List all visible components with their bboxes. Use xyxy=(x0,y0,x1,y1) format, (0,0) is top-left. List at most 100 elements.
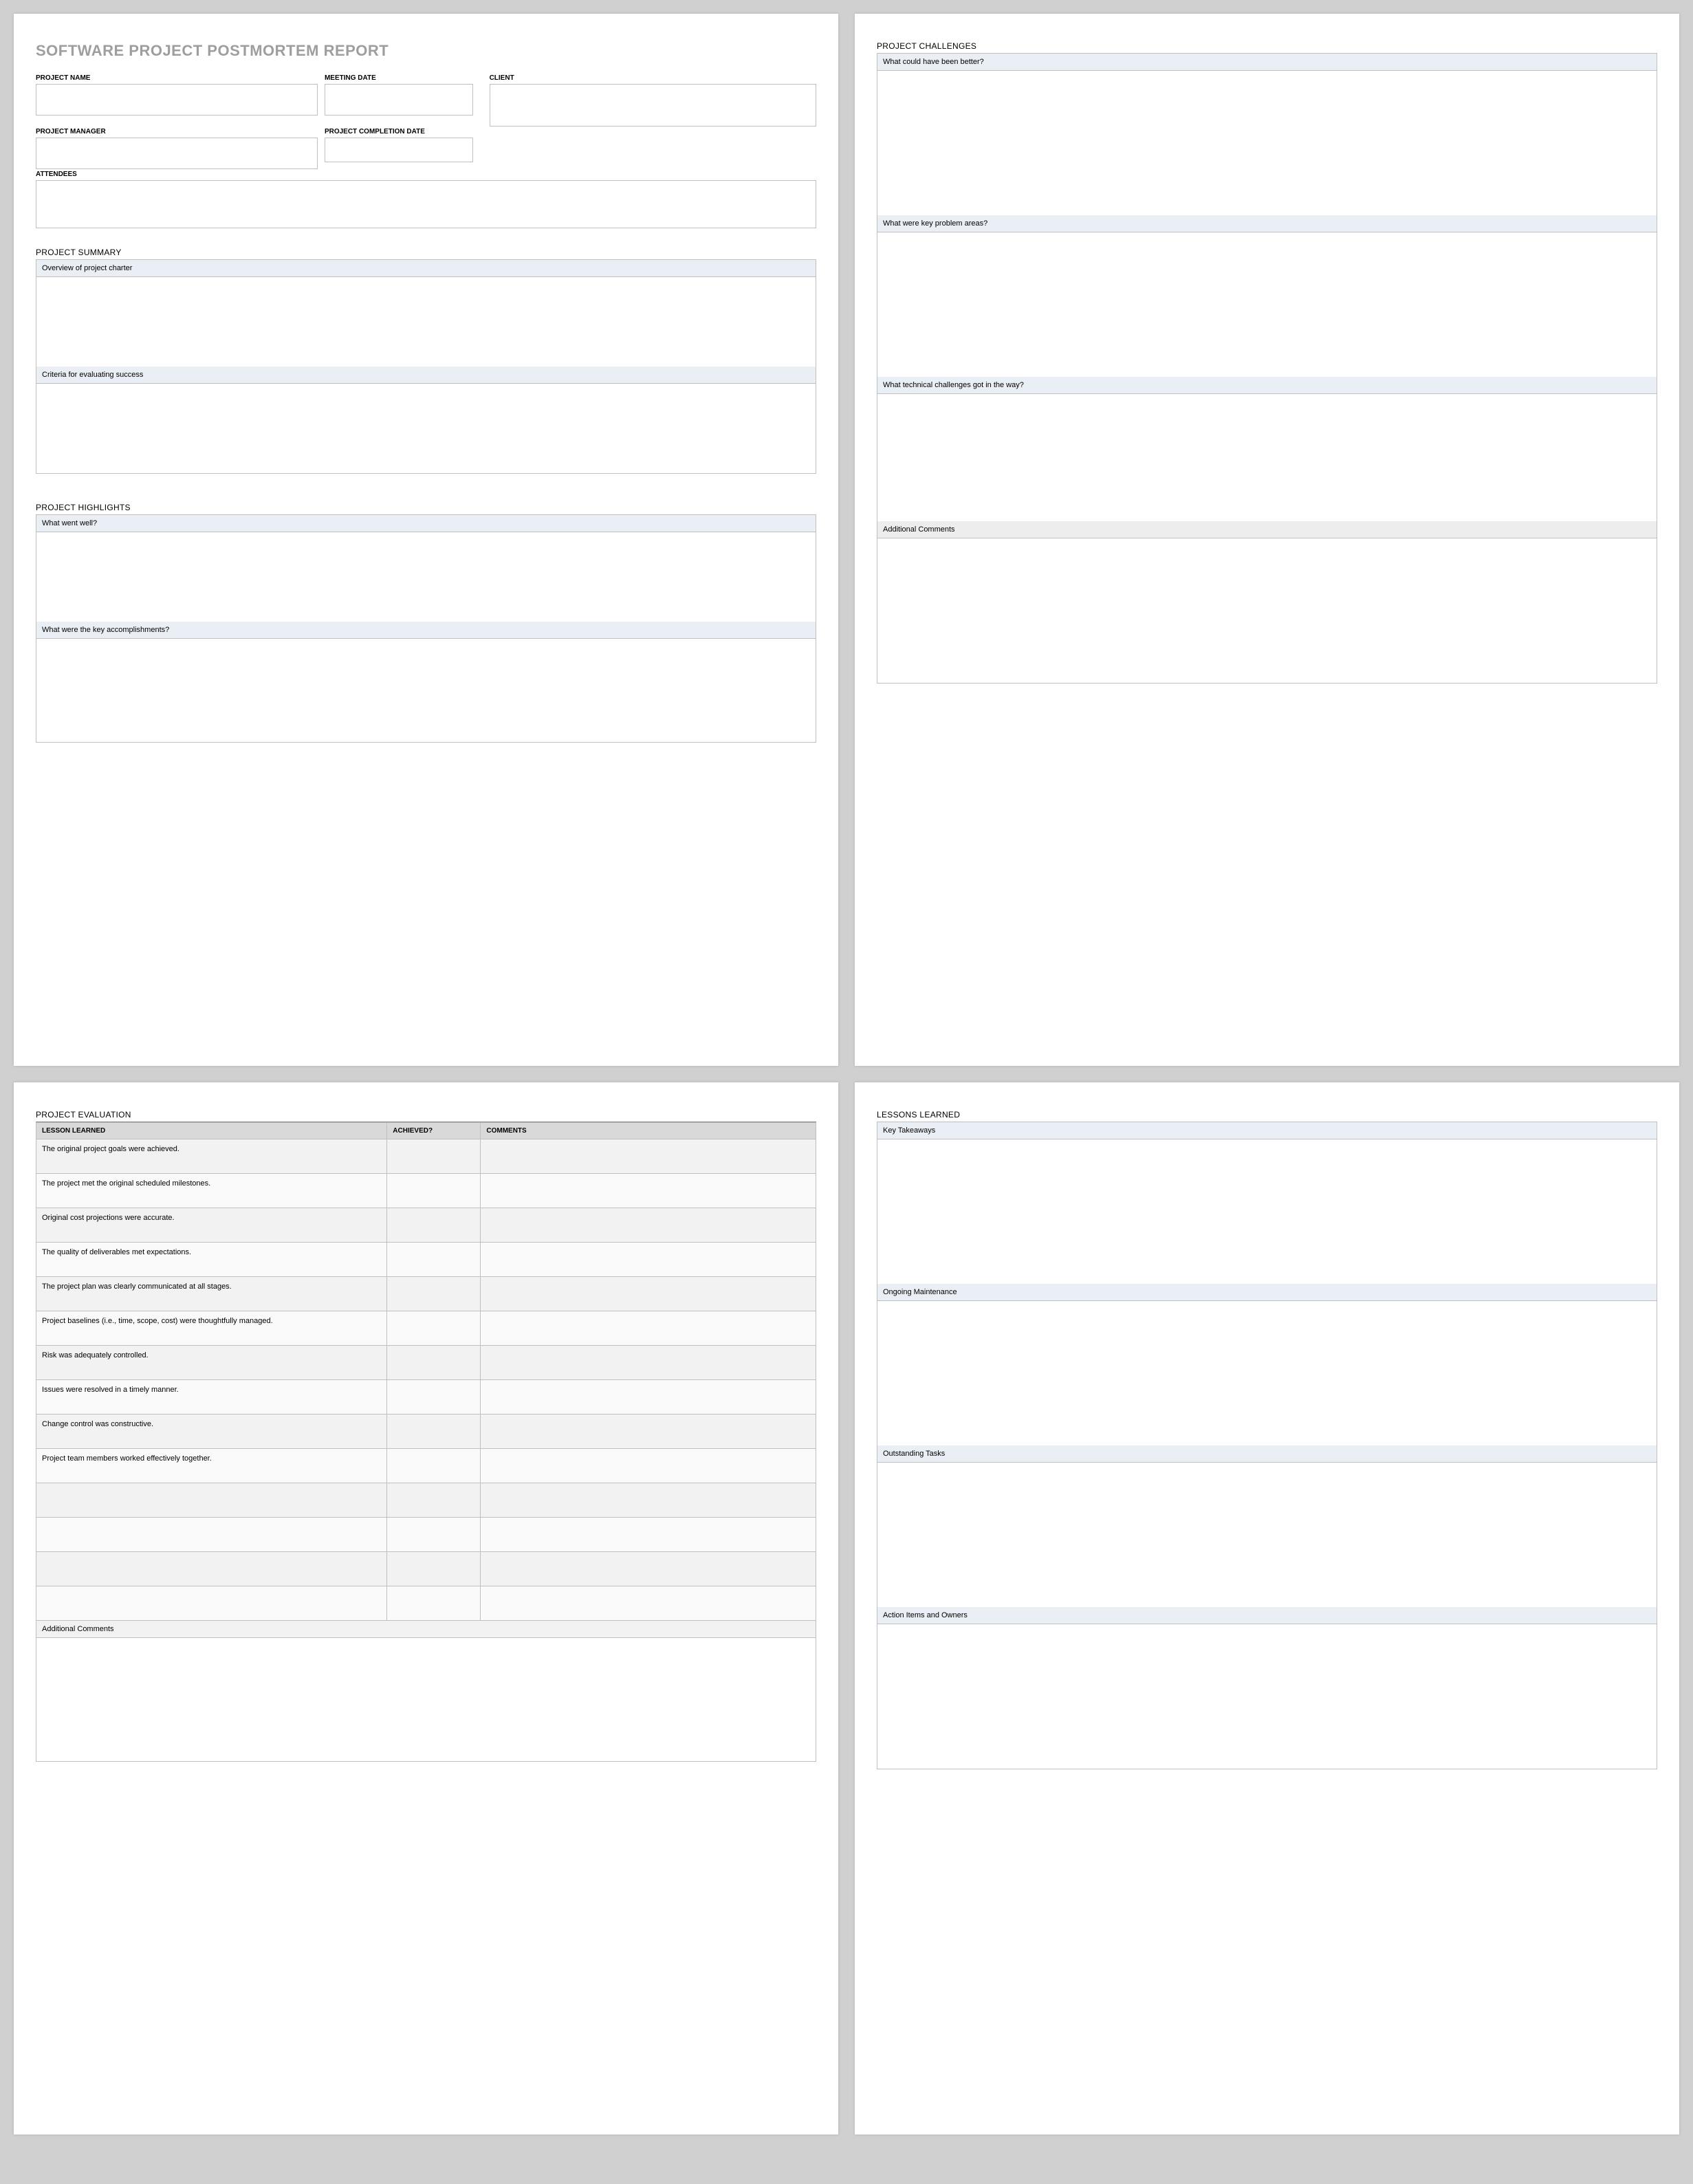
eval-lesson-cell xyxy=(36,1552,387,1586)
eval-col-lesson: LESSON LEARNED xyxy=(36,1123,387,1139)
eval-lesson-cell xyxy=(36,1518,387,1552)
lessons-q1-box: Key Takeaways xyxy=(877,1122,1657,1285)
eval-comments-cell[interactable] xyxy=(481,1174,816,1208)
eval-col-comments: COMMENTS xyxy=(481,1123,816,1139)
table-row: Issues were resolved in a timely manner. xyxy=(36,1380,816,1415)
lessons-q1-label: Key Takeaways xyxy=(877,1122,1657,1139)
summary-q2-label: Criteria for evaluating success xyxy=(36,367,816,384)
table-row xyxy=(36,1552,816,1586)
eval-comments-cell[interactable] xyxy=(481,1346,816,1380)
attendees-input[interactable] xyxy=(36,180,816,228)
lessons-learned-heading: LESSONS LEARNED xyxy=(877,1110,1657,1122)
eval-lesson-cell: Project team members worked effectively … xyxy=(36,1449,387,1483)
eval-comments-cell[interactable] xyxy=(481,1243,816,1277)
highlights-q1-input[interactable] xyxy=(36,532,816,622)
eval-comments-cell[interactable] xyxy=(481,1277,816,1311)
eval-achieved-cell[interactable] xyxy=(387,1139,481,1174)
eval-lesson-cell xyxy=(36,1483,387,1518)
eval-comments-cell[interactable] xyxy=(481,1552,816,1586)
eval-achieved-cell[interactable] xyxy=(387,1483,481,1518)
eval-comments-cell[interactable] xyxy=(481,1415,816,1449)
eval-comments-cell[interactable] xyxy=(481,1483,816,1518)
challenges-q2-label: What were key problem areas? xyxy=(877,215,1657,232)
eval-achieved-cell[interactable] xyxy=(387,1243,481,1277)
challenges-q4-input[interactable] xyxy=(877,538,1657,683)
eval-achieved-cell[interactable] xyxy=(387,1552,481,1586)
attendees-block: ATTENDEES xyxy=(36,169,816,228)
eval-comments-cell[interactable] xyxy=(481,1311,816,1346)
eval-lesson-cell: The project plan was clearly communicate… xyxy=(36,1277,387,1311)
lessons-q2-label: Ongoing Maintenance xyxy=(877,1284,1657,1301)
project-manager-label: PROJECT MANAGER xyxy=(36,127,325,138)
challenges-q1-input[interactable] xyxy=(877,71,1657,215)
eval-lesson-cell: Original cost projections were accurate. xyxy=(36,1208,387,1243)
lessons-q2-input[interactable] xyxy=(877,1301,1657,1445)
project-name-input[interactable] xyxy=(36,84,318,116)
lessons-q2-box: Ongoing Maintenance xyxy=(877,1284,1657,1446)
summary-block: Overview of project charter Criteria for… xyxy=(36,259,816,474)
eval-lesson-cell xyxy=(36,1586,387,1621)
table-row: The quality of deliverables met expectat… xyxy=(36,1243,816,1277)
table-row: Risk was adequately controlled. xyxy=(36,1346,816,1380)
eval-achieved-cell[interactable] xyxy=(387,1380,481,1415)
eval-achieved-cell[interactable] xyxy=(387,1346,481,1380)
challenges-q1-box: What could have been better? xyxy=(877,53,1657,216)
eval-lesson-cell: Project baselines (i.e., time, scope, co… xyxy=(36,1311,387,1346)
meeting-date-input[interactable] xyxy=(325,84,473,116)
lessons-q4-box: Action Items and Owners xyxy=(877,1607,1657,1769)
evaluation-table: LESSON LEARNED ACHIEVED? COMMENTS The or… xyxy=(36,1122,816,1621)
eval-comments-cell[interactable] xyxy=(481,1586,816,1621)
report-title: SOFTWARE PROJECT POSTMORTEM REPORT xyxy=(36,41,816,61)
eval-lesson-cell: Issues were resolved in a timely manner. xyxy=(36,1380,387,1415)
page-2: PROJECT CHALLENGES What could have been … xyxy=(855,14,1679,1066)
lessons-q4-input[interactable] xyxy=(877,1624,1657,1769)
challenges-q3-label: What technical challenges got in the way… xyxy=(877,377,1657,394)
eval-col-achieved: ACHIEVED? xyxy=(387,1123,481,1139)
eval-achieved-cell[interactable] xyxy=(387,1277,481,1311)
meeting-date-label: MEETING DATE xyxy=(325,73,473,84)
eval-achieved-cell[interactable] xyxy=(387,1311,481,1346)
eval-achieved-cell[interactable] xyxy=(387,1174,481,1208)
table-row: The project plan was clearly communicate… xyxy=(36,1277,816,1311)
eval-comments-cell[interactable] xyxy=(481,1139,816,1174)
challenges-q3-input[interactable] xyxy=(877,394,1657,521)
summary-q1-input[interactable] xyxy=(36,277,816,367)
completion-date-input[interactable] xyxy=(325,138,473,162)
highlights-q2-box: What were the key accomplishments? xyxy=(36,622,816,743)
highlights-q1-box: What went well? xyxy=(36,514,816,622)
eval-comments-cell[interactable] xyxy=(481,1449,816,1483)
meta-row-1: PROJECT NAME MEETING DATE CLIENT xyxy=(36,73,816,127)
eval-lesson-cell: Risk was adequately controlled. xyxy=(36,1346,387,1380)
summary-q1-box: Overview of project charter xyxy=(36,259,816,367)
project-challenges-heading: PROJECT CHALLENGES xyxy=(877,41,1657,54)
table-row: The project met the original scheduled m… xyxy=(36,1174,816,1208)
project-name-label: PROJECT NAME xyxy=(36,73,325,84)
eval-lesson-cell: Change control was constructive. xyxy=(36,1415,387,1449)
table-row: The original project goals were achieved… xyxy=(36,1139,816,1174)
eval-comments-cell[interactable] xyxy=(481,1518,816,1552)
table-row xyxy=(36,1483,816,1518)
client-label: CLIENT xyxy=(490,73,816,84)
eval-achieved-cell[interactable] xyxy=(387,1449,481,1483)
highlights-q2-input[interactable] xyxy=(36,639,816,742)
eval-achieved-cell[interactable] xyxy=(387,1415,481,1449)
eval-achieved-cell[interactable] xyxy=(387,1518,481,1552)
eval-comments-cell[interactable] xyxy=(481,1380,816,1415)
eval-achieved-cell[interactable] xyxy=(387,1586,481,1621)
page-1: SOFTWARE PROJECT POSTMORTEM REPORT PROJE… xyxy=(14,14,838,1066)
table-row: Project baselines (i.e., time, scope, co… xyxy=(36,1311,816,1346)
lessons-q1-input[interactable] xyxy=(877,1139,1657,1284)
challenges-q2-input[interactable] xyxy=(877,232,1657,377)
eval-lesson-cell: The quality of deliverables met expectat… xyxy=(36,1243,387,1277)
eval-comments-cell[interactable] xyxy=(481,1208,816,1243)
challenges-q4-label: Additional Comments xyxy=(877,521,1657,538)
eval-additional-input[interactable] xyxy=(36,1638,816,1762)
project-highlights-heading: PROJECT HIGHLIGHTS xyxy=(36,503,816,515)
client-input[interactable] xyxy=(490,84,816,127)
summary-q2-input[interactable] xyxy=(36,384,816,473)
eval-achieved-cell[interactable] xyxy=(387,1208,481,1243)
project-manager-input[interactable] xyxy=(36,138,318,169)
lessons-q3-input[interactable] xyxy=(877,1463,1657,1607)
challenges-q1-label: What could have been better? xyxy=(877,54,1657,71)
lessons-block: Key Takeaways Ongoing Maintenance Outsta… xyxy=(877,1122,1657,1769)
